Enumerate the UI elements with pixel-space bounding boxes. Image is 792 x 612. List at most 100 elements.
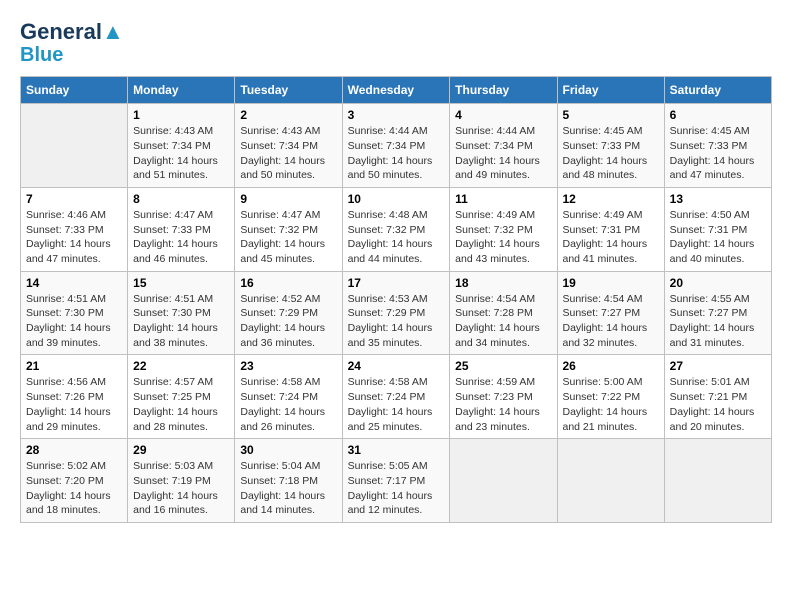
day-number: 29: [133, 443, 229, 457]
calendar-cell: 27Sunrise: 5:01 AMSunset: 7:21 PMDayligh…: [664, 355, 771, 439]
calendar-cell: 12Sunrise: 4:49 AMSunset: 7:31 PMDayligh…: [557, 187, 664, 271]
calendar-cell: 10 Sunrise: 4:48 AMSunset: 7:32 PMDayligh…: [342, 187, 450, 271]
calendar-cell: 14 Sunrise: 4:51 AMSunset: 7:30 PMDayligh…: [21, 271, 128, 355]
calendar-cell: [557, 439, 664, 523]
header-day-saturday: Saturday: [664, 77, 771, 104]
header-day-sunday: Sunday: [21, 77, 128, 104]
calendar-week-row: 21 Sunrise: 4:56 AMSunset: 7:26 PMDayligh…: [21, 355, 772, 439]
calendar-cell: 5 Sunrise: 4:45 AMSunset: 7:33 PMDaylight…: [557, 104, 664, 188]
cell-details: Sunrise: 4:44 AMSunset: 7:34 PMDaylight:…: [455, 124, 551, 183]
page-header: General▲ Blue: [20, 20, 772, 66]
day-number: 14: [26, 276, 122, 290]
cell-details: Sunrise: 4:57 AMSunset: 7:25 PMDaylight:…: [133, 375, 229, 434]
day-number: 27: [670, 359, 766, 373]
day-number: 11: [455, 192, 551, 206]
calendar-cell: 4 Sunrise: 4:44 AMSunset: 7:34 PMDaylight…: [450, 104, 557, 188]
calendar-cell: 20Sunrise: 4:55 AMSunset: 7:27 PMDayligh…: [664, 271, 771, 355]
cell-details: Sunrise: 4:47 AMSunset: 7:32 PMDaylight:…: [240, 208, 336, 267]
calendar-cell: 19 Sunrise: 4:54 AMSunset: 7:27 PMDayligh…: [557, 271, 664, 355]
day-number: 30: [240, 443, 336, 457]
cell-details: Sunrise: 4:51 AMSunset: 7:30 PMDaylight:…: [26, 292, 122, 351]
day-number: 5: [563, 108, 659, 122]
cell-details: Sunrise: 5:05 AMSunset: 7:17 PMDaylight:…: [348, 459, 445, 518]
day-number: 3: [348, 108, 445, 122]
calendar-week-row: 28 Sunrise: 5:02 AMSunset: 7:20 PMDayligh…: [21, 439, 772, 523]
day-number: 12: [563, 192, 659, 206]
calendar-cell: 18 Sunrise: 4:54 AMSunset: 7:28 PMDayligh…: [450, 271, 557, 355]
calendar-cell: 26 Sunrise: 5:00 AMSunset: 7:22 PMDayligh…: [557, 355, 664, 439]
day-number: 17: [348, 276, 445, 290]
logo-text: General▲: [20, 20, 124, 44]
calendar-cell: 17 Sunrise: 4:53 AMSunset: 7:29 PMDayligh…: [342, 271, 450, 355]
calendar-cell: 21 Sunrise: 4:56 AMSunset: 7:26 PMDayligh…: [21, 355, 128, 439]
calendar-cell: 8 Sunrise: 4:47 AMSunset: 7:33 PMDaylight…: [128, 187, 235, 271]
day-number: 2: [240, 108, 336, 122]
cell-details: Sunrise: 4:58 AMSunset: 7:24 PMDaylight:…: [240, 375, 336, 434]
calendar-cell: 3Sunrise: 4:44 AMSunset: 7:34 PMDaylight…: [342, 104, 450, 188]
calendar-week-row: 7 Sunrise: 4:46 AMSunset: 7:33 PMDaylight…: [21, 187, 772, 271]
day-number: 15: [133, 276, 229, 290]
cell-details: Sunrise: 4:47 AMSunset: 7:33 PMDaylight:…: [133, 208, 229, 267]
cell-details: Sunrise: 4:54 AMSunset: 7:27 PMDaylight:…: [563, 292, 659, 351]
cell-details: Sunrise: 5:00 AMSunset: 7:22 PMDaylight:…: [563, 375, 659, 434]
calendar-cell: 24Sunrise: 4:58 AMSunset: 7:24 PMDayligh…: [342, 355, 450, 439]
cell-details: Sunrise: 4:55 AMSunset: 7:27 PMDaylight:…: [670, 292, 766, 351]
calendar-week-row: 14 Sunrise: 4:51 AMSunset: 7:30 PMDayligh…: [21, 271, 772, 355]
cell-details: Sunrise: 5:02 AMSunset: 7:20 PMDaylight:…: [26, 459, 122, 518]
day-number: 26: [563, 359, 659, 373]
day-number: 18: [455, 276, 551, 290]
day-number: 4: [455, 108, 551, 122]
day-number: 10: [348, 192, 445, 206]
calendar-cell: [450, 439, 557, 523]
cell-details: Sunrise: 5:03 AMSunset: 7:19 PMDaylight:…: [133, 459, 229, 518]
calendar-cell: 25 Sunrise: 4:59 AMSunset: 7:23 PMDayligh…: [450, 355, 557, 439]
cell-details: Sunrise: 4:54 AMSunset: 7:28 PMDaylight:…: [455, 292, 551, 351]
cell-details: Sunrise: 4:48 AMSunset: 7:32 PMDaylight:…: [348, 208, 445, 267]
calendar-cell: 22 Sunrise: 4:57 AMSunset: 7:25 PMDayligh…: [128, 355, 235, 439]
calendar-cell: 23Sunrise: 4:58 AMSunset: 7:24 PMDayligh…: [235, 355, 342, 439]
cell-details: Sunrise: 4:59 AMSunset: 7:23 PMDaylight:…: [455, 375, 551, 434]
day-number: 31: [348, 443, 445, 457]
day-number: 19: [563, 276, 659, 290]
day-number: 7: [26, 192, 122, 206]
cell-details: Sunrise: 4:45 AMSunset: 7:33 PMDaylight:…: [563, 124, 659, 183]
cell-details: Sunrise: 4:56 AMSunset: 7:26 PMDaylight:…: [26, 375, 122, 434]
calendar-cell: 15Sunrise: 4:51 AMSunset: 7:30 PMDayligh…: [128, 271, 235, 355]
calendar-cell: 28 Sunrise: 5:02 AMSunset: 7:20 PMDayligh…: [21, 439, 128, 523]
calendar-cell: 7 Sunrise: 4:46 AMSunset: 7:33 PMDaylight…: [21, 187, 128, 271]
day-number: 22: [133, 359, 229, 373]
day-number: 21: [26, 359, 122, 373]
calendar-cell: 11 Sunrise: 4:49 AMSunset: 7:32 PMDayligh…: [450, 187, 557, 271]
header-day-thursday: Thursday: [450, 77, 557, 104]
calendar-cell: 6 Sunrise: 4:45 AMSunset: 7:33 PMDaylight…: [664, 104, 771, 188]
day-number: 9: [240, 192, 336, 206]
day-number: 25: [455, 359, 551, 373]
cell-details: Sunrise: 4:45 AMSunset: 7:33 PMDaylight:…: [670, 124, 766, 183]
cell-details: Sunrise: 4:43 AMSunset: 7:34 PMDaylight:…: [240, 124, 336, 183]
logo-blue: Blue: [20, 44, 63, 66]
calendar-cell: 1 Sunrise: 4:43 AMSunset: 7:34 PMDaylight…: [128, 104, 235, 188]
cell-details: Sunrise: 4:49 AMSunset: 7:32 PMDaylight:…: [455, 208, 551, 267]
day-number: 13: [670, 192, 766, 206]
calendar-cell: 30Sunrise: 5:04 AMSunset: 7:18 PMDayligh…: [235, 439, 342, 523]
calendar-cell: 2 Sunrise: 4:43 AMSunset: 7:34 PMDaylight…: [235, 104, 342, 188]
header-day-wednesday: Wednesday: [342, 77, 450, 104]
header-day-monday: Monday: [128, 77, 235, 104]
day-number: 16: [240, 276, 336, 290]
cell-details: Sunrise: 4:53 AMSunset: 7:29 PMDaylight:…: [348, 292, 445, 351]
day-number: 6: [670, 108, 766, 122]
cell-details: Sunrise: 4:50 AMSunset: 7:31 PMDaylight:…: [670, 208, 766, 267]
header-day-friday: Friday: [557, 77, 664, 104]
day-number: 1: [133, 108, 229, 122]
cell-details: Sunrise: 4:43 AMSunset: 7:34 PMDaylight:…: [133, 124, 229, 183]
calendar-week-row: 1 Sunrise: 4:43 AMSunset: 7:34 PMDaylight…: [21, 104, 772, 188]
day-number: 24: [348, 359, 445, 373]
calendar-cell: [664, 439, 771, 523]
day-number: 8: [133, 192, 229, 206]
calendar-cell: 31 Sunrise: 5:05 AMSunset: 7:17 PMDayligh…: [342, 439, 450, 523]
calendar-cell: 16Sunrise: 4:52 AMSunset: 7:29 PMDayligh…: [235, 271, 342, 355]
day-number: 28: [26, 443, 122, 457]
calendar-cell: 13 Sunrise: 4:50 AMSunset: 7:31 PMDayligh…: [664, 187, 771, 271]
cell-details: Sunrise: 4:46 AMSunset: 7:33 PMDaylight:…: [26, 208, 122, 267]
header-day-tuesday: Tuesday: [235, 77, 342, 104]
